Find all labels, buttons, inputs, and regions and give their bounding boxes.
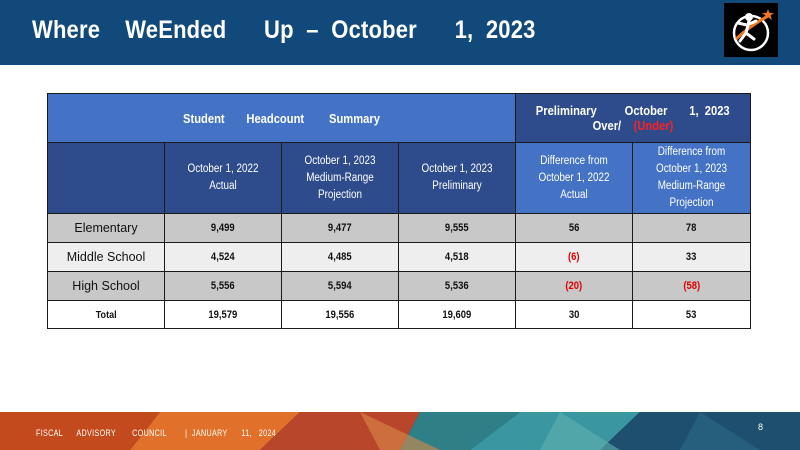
cell-diff-projection: (58) xyxy=(632,271,752,301)
cell-diff-projection: 33 xyxy=(632,242,752,272)
table-row-total: Total 19,579 19,556 19,609 30 53 xyxy=(47,300,752,329)
cell-diff-projection: 53 xyxy=(632,300,752,329)
column-header-2023-preliminary: October 1, 2023 Preliminary xyxy=(397,142,517,214)
row-label: Elementary xyxy=(47,213,165,243)
cell-diff-actual: 30 xyxy=(515,300,634,329)
cell-2023-preliminary: 5,536 xyxy=(397,271,517,301)
cell-2023-preliminary: 19,609 xyxy=(397,300,517,329)
cell-2023-preliminary: 9,555 xyxy=(397,213,517,243)
runner-star-logo-icon xyxy=(724,3,778,57)
column-header-blank xyxy=(47,142,165,214)
footer-text: FISCAL ADVISORY COUNCIL | JANUARY 11, 20… xyxy=(36,428,277,438)
cell-2022-actual: 9,499 xyxy=(164,213,282,243)
cell-2023-projection: 4,485 xyxy=(281,242,399,272)
column-header-2022-actual: October 1, 2022 Actual xyxy=(164,142,282,214)
cell-2023-projection: 5,594 xyxy=(281,271,399,301)
cell-2023-preliminary: 4,518 xyxy=(397,242,517,272)
table-row-middle-school: Middle School 4,524 4,485 4,518 (6) 33 xyxy=(47,242,752,272)
cell-2022-actual: 5,556 xyxy=(164,271,282,301)
slide-title: Where WeEnded Up – October 1, 2023 xyxy=(32,16,536,44)
row-label: Middle School xyxy=(47,242,165,272)
cell-diff-actual: (20) xyxy=(515,271,634,301)
cell-diff-actual: (6) xyxy=(515,242,634,272)
table-row-elementary: Elementary 9,499 9,477 9,555 56 78 xyxy=(47,213,752,243)
column-header-diff-projection: Difference from October 1, 2023 Medium-R… xyxy=(632,142,752,214)
preliminary-group-header: Preliminary October 1, 2023 Over/ (Under… xyxy=(515,93,752,143)
page-number: 8 xyxy=(758,422,764,432)
table-row-high-school: High School 5,556 5,594 5,536 (20) (58) xyxy=(47,271,752,301)
row-label: Total xyxy=(47,300,165,329)
headcount-table: Student Headcount Summary Preliminary Oc… xyxy=(46,93,752,329)
cell-2023-projection: 9,477 xyxy=(281,213,399,243)
cell-2023-projection: 19,556 xyxy=(281,300,399,329)
column-header-diff-actual: Difference from October 1, 2022 Actual xyxy=(515,142,634,214)
cell-diff-projection: 78 xyxy=(632,213,752,243)
title-bar: Where WeEnded Up – October 1, 2023 xyxy=(0,0,800,65)
footer-bar: FISCAL ADVISORY COUNCIL | JANUARY 11, 20… xyxy=(0,412,800,450)
summary-group-header: Student Headcount Summary xyxy=(46,93,517,143)
cell-2022-actual: 19,579 xyxy=(164,300,282,329)
cell-2022-actual: 4,524 xyxy=(164,242,282,272)
column-header-2023-projection: October 1, 2023 Medium-Range Projection xyxy=(281,142,399,214)
row-label: High School xyxy=(47,271,165,301)
cell-diff-actual: 56 xyxy=(515,213,634,243)
